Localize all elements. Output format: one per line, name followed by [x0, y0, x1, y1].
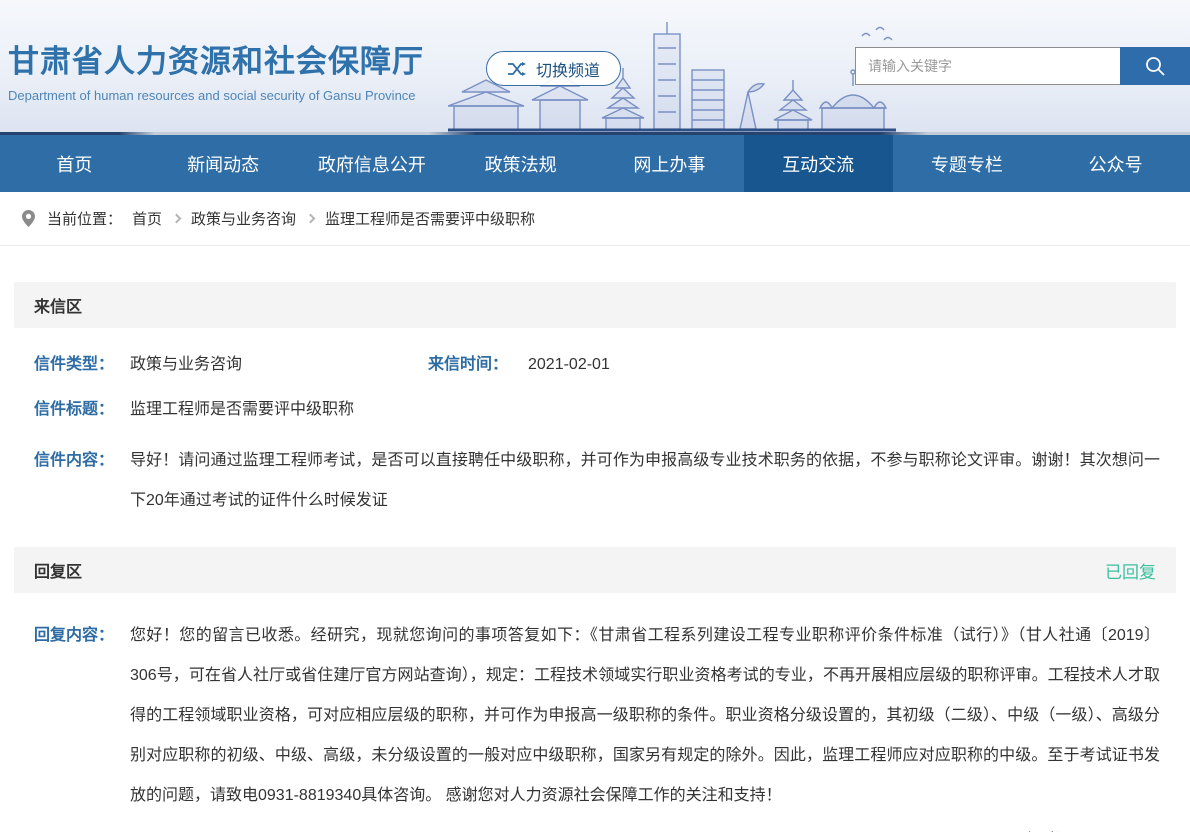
nav-item-interaction[interactable]: 互动交流	[744, 135, 893, 192]
letter-fields: 信件类型： 政策与业务咨询 来信时间： 2021-02-01 信件标题： 监理工…	[14, 328, 1176, 521]
letter-meta-row: 信件类型： 政策与业务咨询 来信时间： 2021-02-01	[34, 351, 1160, 379]
breadcrumb-separator-icon	[306, 214, 316, 224]
nav-item-home[interactable]: 首页	[0, 135, 149, 192]
switch-channel-button[interactable]: 切换频道	[486, 51, 621, 86]
letter-section-header: 来信区	[14, 282, 1176, 328]
location-pin-icon	[22, 210, 35, 227]
main-content: 来信区 信件类型： 政策与业务咨询 来信时间： 2021-02-01 信件标题：…	[0, 246, 1190, 832]
breadcrumb-link-consultation[interactable]: 政策与业务咨询	[191, 208, 296, 229]
search-input[interactable]	[855, 47, 1120, 85]
reply-fields: 回复内容： 您好！您的留言已收悉。经研究，现就您询问的事项答复如下：《甘肃省工程…	[14, 593, 1176, 816]
reply-content-row: 回复内容： 您好！您的留言已收悉。经研究，现就您询问的事项答复如下：《甘肃省工程…	[34, 616, 1160, 816]
letter-title-row: 信件标题： 监理工程师是否需要评中级职称	[34, 396, 1160, 424]
site-title: 甘肃省人力资源和社会保障厅	[8, 36, 424, 81]
nav-item-gov-info[interactable]: 政府信息公开	[298, 135, 447, 192]
reply-section: 回复区 已回复 回复内容： 您好！您的留言已收悉。经研究，现就您询问的事项答复如…	[14, 547, 1176, 832]
letter-content-label: 信件内容：	[34, 441, 130, 481]
letter-title-label: 信件标题：	[34, 396, 130, 424]
reply-section-header: 回复区 已回复	[14, 547, 1176, 593]
letter-content-row: 信件内容： 导好！请问通过监理工程师考试，是否可以直接聘任中级职称，并可作为申报…	[34, 441, 1160, 521]
letter-date-label: 来信时间：	[428, 351, 528, 379]
letter-type-label: 信件类型：	[34, 351, 130, 379]
nav-item-policies[interactable]: 政策法规	[446, 135, 595, 192]
letter-type-value: 政策与业务咨询	[130, 351, 242, 379]
breadcrumb-separator-icon	[172, 214, 182, 224]
breadcrumb: 当前位置： 首页 政策与业务咨询 监理工程师是否需要评中级职称	[0, 192, 1190, 246]
letter-section-title: 来信区	[34, 293, 82, 317]
nav-item-official-account[interactable]: 公众号	[1041, 135, 1190, 192]
nav-item-special-topics[interactable]: 专题专栏	[893, 135, 1042, 192]
nav-item-news[interactable]: 新闻动态	[149, 135, 298, 192]
reply-content-label: 回复内容：	[34, 616, 130, 656]
letter-title-value: 监理工程师是否需要评中级职称	[130, 396, 354, 424]
magnifier-icon	[1143, 54, 1167, 78]
letter-date-value: 2021-02-01	[528, 351, 610, 379]
letter-content-value: 导好！请问通过监理工程师考试，是否可以直接聘任中级职称，并可作为申报高级专业技术…	[130, 441, 1160, 521]
switch-channel-label: 切换频道	[536, 57, 600, 81]
main-nav: 首页 新闻动态 政府信息公开 政策法规 网上办事 互动交流 专题专栏 公众号	[0, 135, 1190, 192]
nav-item-online-services[interactable]: 网上办事	[595, 135, 744, 192]
search-button[interactable]	[1120, 47, 1190, 85]
breadcrumb-link-home[interactable]: 首页	[132, 208, 162, 229]
reply-section-title: 回复区	[34, 558, 82, 582]
site-header: 甘肃省人力资源和社会保障厅 Department of human resour…	[0, 0, 1190, 135]
search-box	[855, 47, 1190, 85]
reply-content-value: 您好！您的留言已收悉。经研究，现就您询问的事项答复如下：《甘肃省工程系列建设工程…	[130, 616, 1160, 816]
breadcrumb-location-label: 当前位置：	[47, 208, 122, 229]
page: 甘肃省人力资源和社会保障厅 Department of human resour…	[0, 0, 1190, 832]
site-subtitle: Department of human resources and social…	[8, 88, 424, 103]
site-logo: 甘肃省人力资源和社会保障厅 Department of human resour…	[8, 36, 424, 103]
reply-status-badge: 已回复	[1105, 558, 1156, 583]
breadcrumb-current-page: 监理工程师是否需要评中级职称	[325, 208, 535, 229]
shuffle-icon	[507, 61, 527, 77]
reply-time: 回复时间：2021-02-03	[14, 828, 1176, 832]
